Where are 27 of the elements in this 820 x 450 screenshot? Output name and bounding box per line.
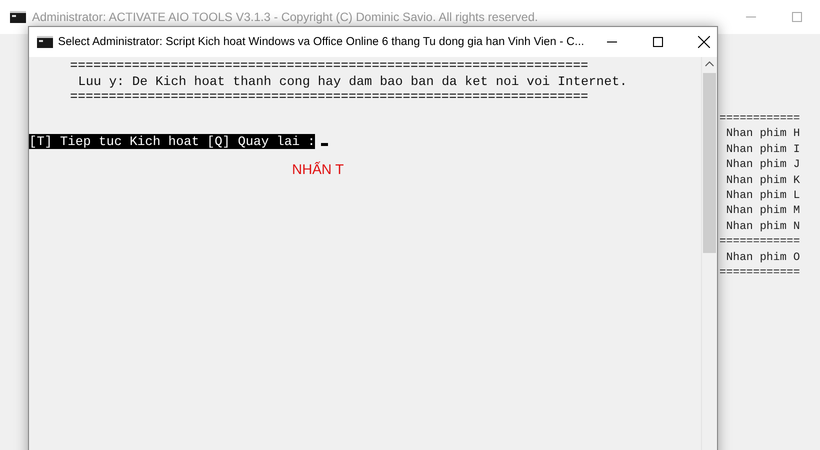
annotation-text: NHẤN T	[292, 161, 344, 177]
chevron-up-icon[interactable]	[705, 61, 714, 67]
console-line: Nhan phim L	[725, 189, 800, 204]
separator-line: ===================================================================	[69, 89, 590, 104]
separator-line: ===================================================================	[69, 58, 590, 74]
console-line: Nhan phim H	[725, 127, 800, 142]
console-line: Nhan phim I	[725, 142, 800, 158]
terminal-icon	[37, 36, 53, 48]
separator-line: ============	[719, 235, 800, 250]
console-line: Nhan phim J	[725, 158, 800, 174]
maximize-icon	[792, 12, 802, 22]
console-line: Nhan phim K	[725, 174, 800, 189]
scrollbar[interactable]	[701, 57, 717, 450]
terminal-icon	[10, 11, 26, 23]
text-cursor	[321, 143, 328, 146]
console-line: Nhan phim O	[725, 250, 800, 266]
console-line: Luu y: De Kich hoat thanh cong hay dam bao ban da ket noi voi Internet.	[77, 74, 628, 89]
window-title: Select Administrator: Script Kich hoat Windows va Office Online 6 thang Tu dong gia han Vinh Vien - C...	[58, 36, 584, 48]
console-prompt: [T] Tiep tuc Kich hoat [Q] Quay lai :	[29, 134, 316, 149]
separator-line: ============	[719, 266, 800, 282]
console-line: Nhan phim M	[725, 204, 800, 220]
scrollbar-thumb[interactable]	[703, 73, 716, 253]
maximize-icon	[653, 37, 664, 47]
console-line: Nhan phim N	[725, 220, 800, 235]
close-icon	[698, 36, 710, 48]
separator-line: ============	[719, 112, 800, 127]
window-title: Administrator: ACTIVATE AIO TOOLS V3.1.3 - Copyright (C) Dominic Savio. All rights reserved.	[32, 10, 538, 24]
